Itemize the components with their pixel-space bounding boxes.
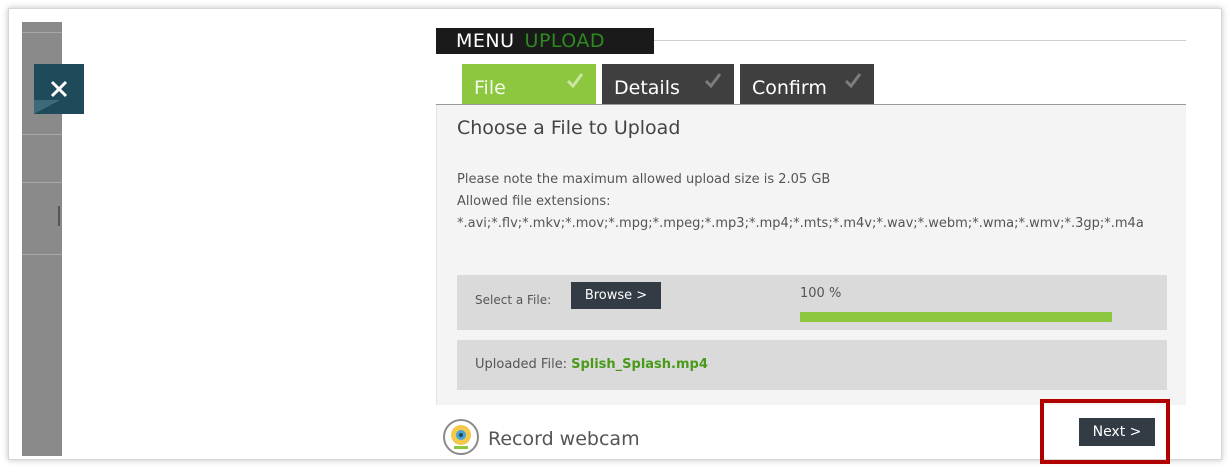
sidebar-divider	[22, 32, 62, 33]
uploaded-file-caption: Uploaded File:	[475, 357, 568, 372]
tab-label: File	[474, 77, 506, 99]
upload-label: UPLOAD	[524, 30, 606, 52]
progress-bar	[800, 312, 1112, 322]
max-size-note: Please note the maximum allowed upload s…	[457, 172, 831, 187]
menu-label[interactable]: MENU	[456, 30, 515, 52]
close-button-fold	[34, 100, 60, 114]
uploaded-file-row: Uploaded File: Splish_Splash.mp4	[457, 340, 1167, 390]
progress-fill	[800, 312, 1112, 322]
tab-confirm[interactable]: Confirm	[740, 64, 874, 104]
extensions-list: *.avi;*.flv;*.mkv;*.mov;*.mpg;*.mpeg;*.m…	[457, 216, 1144, 231]
next-button[interactable]: Next >	[1079, 418, 1155, 446]
close-icon	[50, 80, 68, 98]
sidebar-tick	[58, 206, 60, 226]
check-icon	[566, 73, 584, 89]
sidebar-divider	[22, 182, 62, 183]
upload-panel: Choose a File to Upload Please note the …	[436, 105, 1186, 405]
uploaded-file-label: Uploaded File: Splish_Splash.mp4	[475, 357, 708, 372]
webcam-icon	[443, 419, 479, 455]
header-rule	[654, 40, 1186, 41]
record-webcam-link[interactable]: Record webcam	[442, 418, 640, 456]
tab-file[interactable]: File	[462, 64, 596, 104]
tab-label: Details	[614, 77, 680, 99]
tab-details[interactable]: Details	[602, 64, 734, 104]
menu-bar[interactable]: MENU UPLOAD	[436, 28, 654, 54]
tab-label: Confirm	[752, 77, 827, 99]
uploaded-file-name: Splish_Splash.mp4	[571, 357, 708, 372]
record-webcam-label: Record webcam	[488, 428, 640, 450]
wizard-tabs: File Details Confirm	[462, 64, 874, 104]
file-select-row: Select a File: Browse > 100 %	[457, 275, 1167, 330]
check-icon	[844, 73, 862, 89]
sidebar-divider	[22, 254, 62, 255]
panel-title: Choose a File to Upload	[457, 117, 681, 139]
progress-percent: 100 %	[800, 286, 842, 301]
check-icon	[704, 73, 722, 89]
select-file-label: Select a File:	[475, 293, 552, 307]
extensions-label: Allowed file extensions:	[457, 194, 611, 209]
browse-button[interactable]: Browse >	[571, 282, 661, 309]
sidebar-divider	[22, 134, 62, 135]
